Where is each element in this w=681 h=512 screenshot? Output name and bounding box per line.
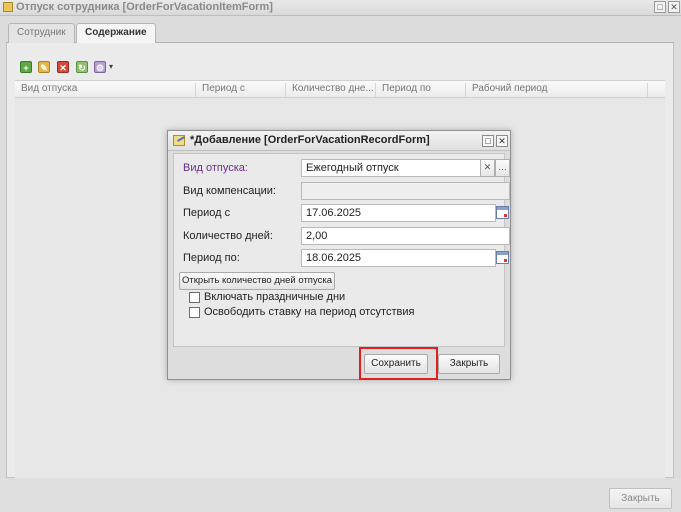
calendar-icon[interactable] [496, 206, 509, 219]
edit-form-icon [173, 135, 185, 146]
dialog-title: *Добавление [OrderForVacationRecordForm] [190, 134, 430, 146]
chevron-down-icon[interactable]: ▾ [109, 62, 113, 71]
ellipsis-icon[interactable]: … [495, 159, 510, 177]
refresh-icon[interactable]: ↻ [76, 61, 88, 73]
include-holidays-label[interactable]: Включать праздничные дни [204, 291, 345, 303]
period-from-label: Период с [183, 207, 231, 219]
close-icon[interactable]: ✕ [668, 1, 680, 13]
col-spacer [647, 83, 665, 97]
col-days-count[interactable]: Количество дне... [285, 83, 375, 97]
grid-toolbar: + ✎ ✕ ↻ ⚙ ▾ [6, 56, 666, 78]
tabstrip: Сотрудник Содержание [6, 23, 674, 44]
edit-icon[interactable]: ✎ [38, 61, 50, 73]
tab-employee[interactable]: Сотрудник [8, 23, 75, 43]
period-from-field[interactable]: 17.06.2025 [301, 204, 496, 222]
outer-close-button[interactable]: Закрыть [609, 488, 672, 509]
col-work-period[interactable]: Рабочий период [465, 83, 647, 97]
dialog-form: Вид отпуска: Ежегодный отпуск ✕ … Вид ко… [173, 153, 510, 347]
bottom-bar: Закрыть [0, 478, 681, 512]
delete-icon[interactable]: ✕ [57, 61, 69, 73]
col-vacation-type[interactable]: Вид отпуска [15, 83, 195, 97]
dialog-titlebar: *Добавление [OrderForVacationRecordForm]… [168, 131, 510, 151]
vacation-type-field[interactable]: Ежегодный отпуск [301, 159, 481, 177]
grid-header: Вид отпуска Период с Количество дне... П… [15, 80, 665, 98]
add-icon[interactable]: + [20, 61, 32, 73]
close-icon[interactable]: ✕ [496, 135, 508, 147]
days-count-label: Количество дней: [183, 230, 273, 242]
maximize-icon[interactable]: □ [654, 1, 666, 13]
col-period-from[interactable]: Период с [195, 83, 285, 97]
calendar-icon[interactable] [496, 251, 509, 264]
maximize-icon[interactable]: □ [482, 135, 494, 147]
dialog-close-button[interactable]: Закрыть [438, 354, 500, 374]
col-period-to[interactable]: Период по [375, 83, 465, 97]
compensation-type-field[interactable] [301, 182, 510, 200]
release-rate-label[interactable]: Освободить ставку на период отсутствия [204, 306, 414, 318]
save-button-highlight [359, 347, 438, 380]
release-rate-checkbox[interactable] [189, 307, 200, 318]
outer-titlebar: Отпуск сотрудника [OrderForVacationItemF… [0, 0, 681, 16]
outer-window-title: Отпуск сотрудника [OrderForVacationItemF… [16, 1, 273, 13]
include-holidays-checkbox[interactable] [189, 292, 200, 303]
period-to-field[interactable]: 18.06.2025 [301, 249, 496, 267]
settings-dropdown-icon[interactable]: ⚙ [94, 61, 106, 73]
open-vacation-days-button[interactable]: Открыть количество дней отпуска [179, 272, 335, 290]
tab-content[interactable]: Содержание [76, 23, 156, 44]
days-count-field[interactable]: 2,00 [301, 227, 510, 245]
period-to-label: Период по: [183, 252, 240, 264]
clear-icon[interactable]: ✕ [480, 159, 495, 177]
add-record-dialog: *Добавление [OrderForVacationRecordForm]… [167, 130, 511, 380]
compensation-type-label: Вид компенсации: [183, 185, 276, 197]
vacation-type-label: Вид отпуска: [183, 162, 248, 174]
window-icon [3, 2, 13, 12]
